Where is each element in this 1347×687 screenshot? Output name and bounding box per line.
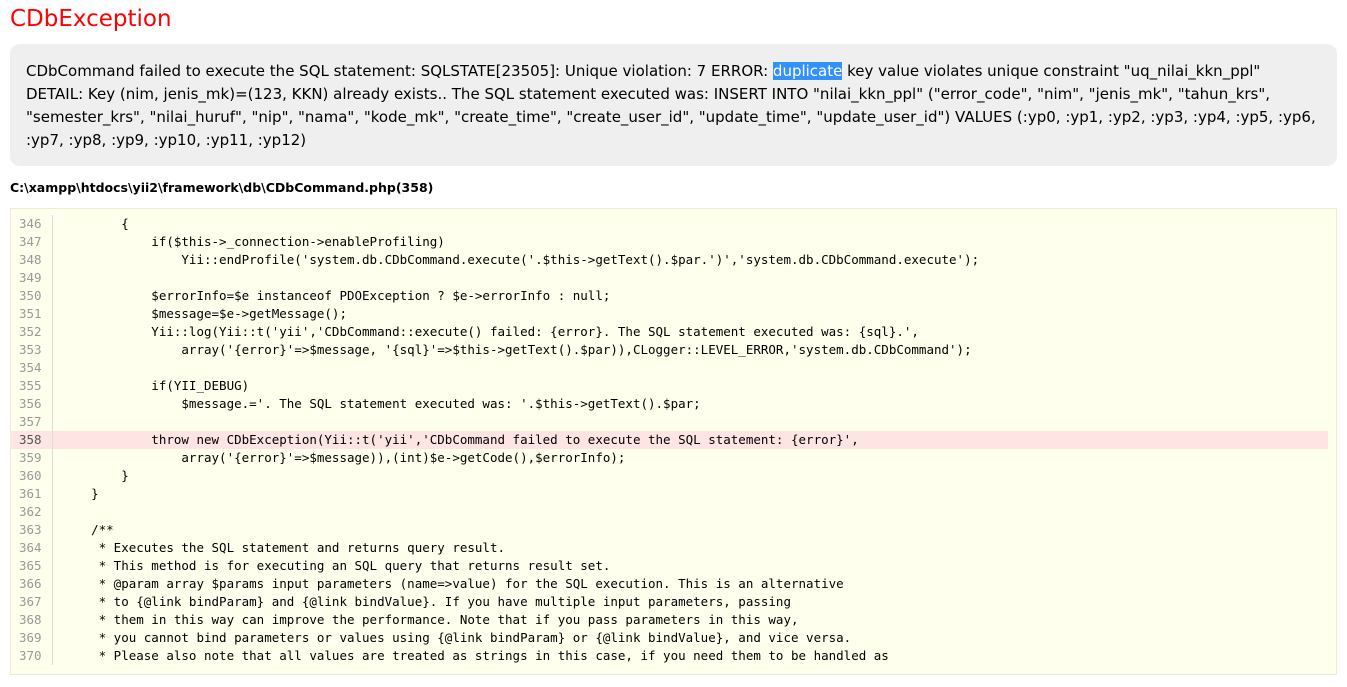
line-code: * to {@link bindParam} and {@link bindVa…	[61, 594, 791, 609]
line-code: * you cannot bind parameters or values u…	[61, 630, 852, 645]
line-number: 349	[11, 269, 53, 287]
error-code-line: 358 throw new CDbException(Yii::t('yii',…	[11, 431, 1328, 449]
code-line: 365 * This method is for executing an SQ…	[11, 557, 1328, 575]
line-code: $errorInfo=$e instanceof PDOException ? …	[61, 288, 611, 303]
line-number: 357	[11, 413, 53, 431]
code-line: 369 * you cannot bind parameters or valu…	[11, 629, 1328, 647]
line-code: array('{error}'=>$message, '{sql}'=>$thi…	[61, 342, 972, 357]
line-code: * @param array $params input parameters …	[61, 576, 844, 591]
source-code-block: 346 {347 if($this->_connection->enablePr…	[10, 208, 1337, 675]
line-number: 358	[11, 431, 53, 449]
line-code: array('{error}'=>$message)),(int)$e->get…	[61, 450, 626, 465]
line-number: 367	[11, 593, 53, 611]
line-number: 350	[11, 287, 53, 305]
line-code: $message.='. The SQL statement executed …	[61, 396, 701, 411]
code-line: 368 * them in this way can improve the p…	[11, 611, 1328, 629]
selected-text[interactable]: duplicate	[772, 62, 843, 80]
line-code: }	[61, 468, 129, 483]
code-line: 349	[11, 269, 1328, 287]
code-line: 352 Yii::log(Yii::t('yii','CDbCommand::e…	[11, 323, 1328, 341]
code-line: 356 $message.='. The SQL statement execu…	[11, 395, 1328, 413]
line-number: 351	[11, 305, 53, 323]
line-number: 347	[11, 233, 53, 251]
line-number: 361	[11, 485, 53, 503]
code-line: 360 }	[11, 467, 1328, 485]
code-line: 367 * to {@link bindParam} and {@link bi…	[11, 593, 1328, 611]
line-number: 353	[11, 341, 53, 359]
line-code: * them in this way can improve the perfo…	[61, 612, 799, 627]
code-line: 357	[11, 413, 1328, 431]
code-line: 353 array('{error}'=>$message, '{sql}'=>…	[11, 341, 1328, 359]
line-number: 363	[11, 521, 53, 539]
error-message-text-before: CDbCommand failed to execute the SQL sta…	[26, 62, 773, 80]
line-code: throw new CDbException(Yii::t('yii','CDb…	[61, 432, 859, 447]
line-number: 360	[11, 467, 53, 485]
line-number: 356	[11, 395, 53, 413]
line-code: $message=$e->getMessage();	[61, 306, 347, 321]
code-line: 364 * Executes the SQL statement and ret…	[11, 539, 1328, 557]
line-code: if($this->_connection->enableProfiling)	[61, 234, 445, 249]
line-number: 359	[11, 449, 53, 467]
line-code: if(YII_DEBUG)	[61, 378, 250, 393]
code-line: 370 * Please also note that all values a…	[11, 647, 1328, 665]
line-number: 348	[11, 251, 53, 269]
code-line: 366 * @param array $params input paramet…	[11, 575, 1328, 593]
line-number: 352	[11, 323, 53, 341]
line-code: {	[61, 216, 129, 231]
code-line: 350 $errorInfo=$e instanceof PDOExceptio…	[11, 287, 1328, 305]
code-line: 363 /**	[11, 521, 1328, 539]
line-number: 364	[11, 539, 53, 557]
line-number: 366	[11, 575, 53, 593]
line-number: 355	[11, 377, 53, 395]
source-file-path: C:\xampp\htdocs\yii2\framework\db\CDbCom…	[10, 180, 434, 195]
line-number: 362	[11, 503, 53, 521]
line-code: }	[61, 486, 99, 501]
line-code: Yii::endProfile('system.db.CDbCommand.ex…	[61, 252, 980, 267]
exception-title: CDbException	[10, 6, 172, 32]
line-code: /**	[61, 522, 114, 537]
line-number: 370	[11, 647, 53, 665]
code-line: 362	[11, 503, 1328, 521]
line-number: 365	[11, 557, 53, 575]
code-line: 354	[11, 359, 1328, 377]
line-number: 346	[11, 215, 53, 233]
line-code: * Please also note that all values are t…	[61, 648, 889, 663]
code-line: 347 if($this->_connection->enableProfili…	[11, 233, 1328, 251]
line-code: * Executes the SQL statement and returns…	[61, 540, 506, 555]
line-number: 368	[11, 611, 53, 629]
line-code: Yii::log(Yii::t('yii','CDbCommand::execu…	[61, 324, 919, 339]
code-line: 359 array('{error}'=>$message)),(int)$e-…	[11, 449, 1328, 467]
code-line: 346 {	[11, 215, 1328, 233]
error-message: CDbCommand failed to execute the SQL sta…	[10, 44, 1337, 166]
code-line: 348 Yii::endProfile('system.db.CDbComman…	[11, 251, 1328, 269]
line-code: * This method is for executing an SQL qu…	[61, 558, 611, 573]
code-line: 355 if(YII_DEBUG)	[11, 377, 1328, 395]
line-number: 354	[11, 359, 53, 377]
code-line: 351 $message=$e->getMessage();	[11, 305, 1328, 323]
line-number: 369	[11, 629, 53, 647]
code-line: 361 }	[11, 485, 1328, 503]
